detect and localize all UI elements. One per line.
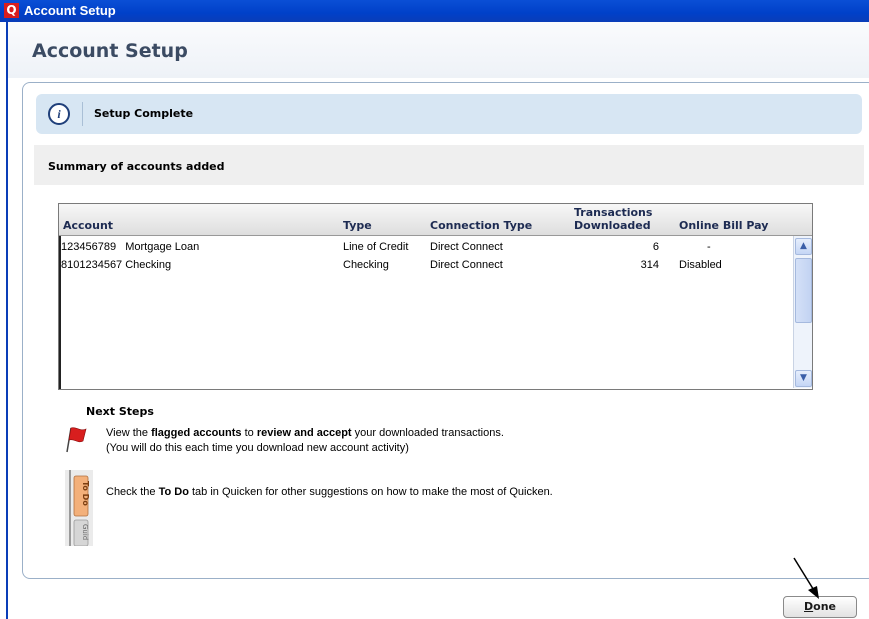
- cell-connection-type: Direct Connect: [430, 259, 503, 271]
- column-header-type[interactable]: Type: [343, 219, 372, 232]
- step-flagged-accounts-note: (You will do this each time you download…: [106, 442, 409, 454]
- step2-text-post: tab in Quicken for other suggestions on …: [188, 486, 553, 498]
- step1-text-mid: to: [241, 427, 257, 439]
- account-setup-window: Account Setup i Setup Complete Summary o…: [6, 22, 869, 619]
- todo-tab-label: To Do: [81, 481, 90, 506]
- banner-divider: [82, 102, 83, 126]
- done-mnemonic: D: [804, 600, 814, 613]
- quicken-app-icon[interactable]: Q: [4, 3, 19, 18]
- page-title: Account Setup: [32, 40, 188, 62]
- cell-account: 123456789 Mortgage Loan: [61, 241, 200, 253]
- info-icon: i: [48, 103, 70, 125]
- summary-heading: Summary of accounts added: [48, 160, 225, 173]
- cell-transactions: 6: [652, 241, 659, 253]
- done-label: one: [813, 600, 836, 613]
- step1-text-post: your downloaded transactions.: [351, 427, 504, 439]
- title-bar: Q Account Setup: [0, 0, 869, 22]
- next-steps-heading: Next Steps: [86, 405, 154, 418]
- step-todo-tab: Check the To Do tab in Quicken for other…: [106, 486, 553, 498]
- step2-text-pre: Check the: [106, 486, 159, 498]
- info-banner: i Setup Complete: [36, 94, 862, 134]
- column-header-connection-type[interactable]: Connection Type: [430, 219, 532, 232]
- step-flagged-accounts: View the flagged accounts to review and …: [106, 427, 504, 439]
- pointer-arrow-icon: [793, 557, 819, 599]
- flag-icon: [66, 427, 87, 453]
- page-header: Account Setup: [8, 22, 869, 78]
- summary-header: Summary of accounts added: [34, 145, 864, 185]
- setup-complete-message: Setup Complete: [94, 107, 194, 120]
- guide-tab-label: Guid: [81, 524, 89, 540]
- table-row[interactable]: 123456789 Mortgage Loan Line of Credit D…: [59, 239, 792, 257]
- step1-text-pre: View the: [106, 427, 152, 439]
- column-header-online-bill-pay[interactable]: Online Bill Pay: [679, 219, 768, 232]
- cell-type: Checking: [343, 259, 389, 271]
- flagged-accounts-text: flagged accounts: [151, 427, 242, 439]
- cell-connection-type: Direct Connect: [430, 241, 503, 253]
- cell-transactions: 314: [640, 259, 659, 271]
- scroll-up-button[interactable]: ▲: [795, 238, 812, 255]
- todo-text: To Do: [158, 486, 189, 498]
- column-header-account[interactable]: Account: [63, 219, 113, 232]
- window-title: Account Setup: [24, 3, 116, 18]
- scroll-thumb[interactable]: [795, 258, 812, 323]
- table-header: Account Type Connection Type Transaction…: [59, 204, 812, 236]
- table-row[interactable]: 8101234567 Checking Checking Direct Conn…: [59, 257, 792, 275]
- cell-account: 8101234567 Checking: [61, 259, 172, 271]
- todo-tab-icon: To Do Guid: [65, 470, 93, 546]
- accounts-table: Account Type Connection Type Transaction…: [58, 203, 813, 390]
- transactions-header-line2: Downloaded: [574, 219, 651, 232]
- scroll-down-button[interactable]: ▼: [795, 370, 812, 387]
- cell-type: Line of Credit: [343, 241, 409, 253]
- column-header-transactions-downloaded[interactable]: Transactions Downloaded: [574, 206, 652, 232]
- transactions-header-line1: Transactions: [574, 206, 653, 219]
- cell-online-bill-pay: -: [707, 241, 711, 253]
- cell-online-bill-pay: Disabled: [679, 259, 722, 271]
- review-accept-text: review and accept: [256, 427, 352, 439]
- table-scrollbar[interactable]: ▲ ▼: [793, 236, 812, 388]
